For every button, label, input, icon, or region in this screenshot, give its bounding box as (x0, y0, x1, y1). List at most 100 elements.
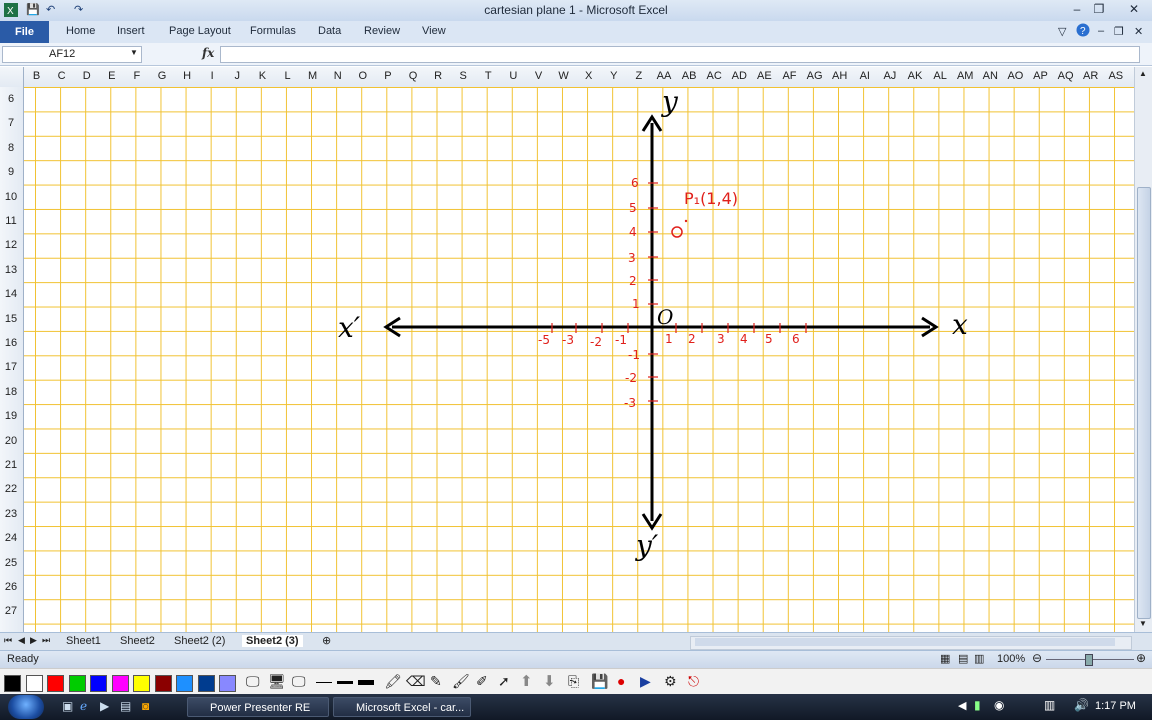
row-header[interactable]: 12 (0, 239, 22, 251)
vertical-scrollbar[interactable]: ▲ ▼ (1134, 67, 1152, 632)
arrow-up-icon[interactable]: ⬆ (520, 672, 533, 690)
column-header[interactable]: AG (802, 70, 827, 82)
tray-app-icon[interactable]: ◉ (994, 698, 1004, 712)
column-header[interactable]: H (175, 70, 200, 82)
column-header[interactable]: AA (652, 70, 677, 82)
column-header[interactable]: Y (601, 70, 626, 82)
sheet-nav-last-icon[interactable]: ⏭ (42, 635, 50, 646)
tab-view[interactable]: View (422, 25, 446, 37)
row-header[interactable]: 26 (0, 581, 22, 593)
office-icon[interactable]: ◙ (142, 699, 149, 713)
column-header[interactable]: AL (928, 70, 953, 82)
workbook-restore-icon[interactable]: ❐ (1114, 25, 1124, 38)
thin-line-icon[interactable] (316, 682, 332, 683)
row-header[interactable]: 22 (0, 483, 22, 495)
column-header[interactable]: G (150, 70, 175, 82)
tab-page-layout[interactable]: Page Layout (169, 25, 231, 37)
column-header[interactable]: AF (777, 70, 802, 82)
name-box-dropdown-icon[interactable]: ▼ (130, 48, 138, 57)
sheet-tab-sheet2-2[interactable]: Sheet2 (2) (174, 635, 225, 647)
column-header[interactable]: X (576, 70, 601, 82)
exit-presenter-icon[interactable]: ⎋ (688, 673, 699, 690)
scroll-down-icon[interactable]: ▼ (1139, 619, 1147, 628)
save-drawing-icon[interactable]: 💾 (591, 673, 608, 690)
tray-volume-icon[interactable]: 🔊 (1074, 698, 1089, 712)
color-swatch[interactable] (90, 675, 107, 692)
formula-input[interactable] (220, 46, 1140, 63)
thick-line-icon[interactable] (358, 680, 374, 685)
taskbar-item-excel[interactable]: Microsoft Excel - car... (333, 697, 471, 717)
column-header[interactable]: J (225, 70, 250, 82)
row-header[interactable]: 27 (0, 605, 22, 617)
horizontal-scrollbar[interactable] (690, 636, 1132, 650)
column-header[interactable]: AC (702, 70, 727, 82)
row-header[interactable]: 9 (0, 166, 22, 178)
row-header[interactable]: 7 (0, 117, 22, 129)
pointer-icon[interactable]: ➚ (498, 673, 510, 690)
minimize-icon[interactable]: – (1066, 1, 1088, 17)
minimize-ribbon-icon[interactable]: ▽ (1058, 25, 1066, 38)
show-desktop-icon[interactable]: ▣ (62, 699, 73, 713)
scroll-up-icon[interactable]: ▲ (1139, 69, 1147, 78)
column-header[interactable]: AN (978, 70, 1003, 82)
column-header[interactable]: M (300, 70, 325, 82)
monitor-icon[interactable]: 🖵 (246, 673, 260, 690)
tab-home[interactable]: Home (66, 25, 95, 37)
play-icon[interactable]: ▶ (640, 673, 651, 690)
workbook-close-icon[interactable]: ✕ (1134, 25, 1143, 38)
tab-file[interactable]: File (0, 21, 49, 43)
zoom-in-icon[interactable]: ⊕ (1136, 651, 1146, 665)
row-header[interactable]: 25 (0, 557, 22, 569)
column-header[interactable]: AH (827, 70, 852, 82)
sheet-nav-prev-icon[interactable]: ◀ (18, 635, 25, 646)
display-icon[interactable]: 🖵 (292, 673, 306, 690)
row-header[interactable]: 24 (0, 532, 22, 544)
column-header[interactable]: N (325, 70, 350, 82)
row-header[interactable]: 18 (0, 386, 22, 398)
insert-function-icon[interactable]: fx (202, 46, 214, 60)
column-header[interactable]: AQ (1053, 70, 1078, 82)
column-header[interactable]: AS (1103, 70, 1128, 82)
color-swatch[interactable] (4, 675, 21, 692)
row-header[interactable]: 8 (0, 142, 22, 154)
column-header[interactable]: L (275, 70, 300, 82)
row-header[interactable]: 14 (0, 288, 22, 300)
media-icon[interactable]: ▶ (100, 699, 109, 713)
row-header[interactable]: 10 (0, 191, 22, 203)
column-header[interactable]: O (350, 70, 375, 82)
column-header[interactable]: P (375, 70, 400, 82)
column-header[interactable]: V (526, 70, 551, 82)
sheet-tab-sheet1[interactable]: Sheet1 (66, 635, 101, 647)
color-swatch[interactable] (176, 675, 193, 692)
marker-icon[interactable]: ✐ (476, 673, 488, 690)
arrow-down-icon[interactable]: ⬇ (543, 672, 556, 690)
column-header[interactable]: AK (903, 70, 928, 82)
capture-icon[interactable]: ⎘ (568, 673, 579, 690)
tray-battery-icon[interactable]: ▮ (974, 698, 981, 712)
sheet-tab-sheet2[interactable]: Sheet2 (120, 635, 155, 647)
row-header[interactable]: 6 (0, 93, 22, 105)
column-header[interactable]: Q (401, 70, 426, 82)
color-swatch[interactable] (219, 675, 236, 692)
highlighter-icon[interactable]: 🖍 (384, 673, 402, 690)
column-header[interactable]: W (551, 70, 576, 82)
column-header[interactable]: C (49, 70, 74, 82)
restore-icon[interactable]: ❐ (1088, 1, 1110, 17)
column-header[interactable]: AE (752, 70, 777, 82)
sheet-nav-next-icon[interactable]: ▶ (30, 635, 37, 646)
window-switch-icon[interactable]: ▤ (120, 699, 131, 713)
column-header[interactable]: AP (1028, 70, 1053, 82)
sheet-nav-first-icon[interactable]: ⏮ (4, 635, 12, 646)
close-icon[interactable]: ✕ (1120, 1, 1148, 17)
page-break-view-icon[interactable]: ▥ (974, 652, 984, 665)
column-header[interactable]: F (124, 70, 149, 82)
eraser-icon[interactable]: ⌫ (406, 673, 426, 690)
column-header[interactable]: D (74, 70, 99, 82)
column-header[interactable]: S (451, 70, 476, 82)
color-swatch[interactable] (47, 675, 64, 692)
column-header[interactable]: AR (1078, 70, 1103, 82)
record-icon[interactable]: ● (617, 673, 625, 689)
browser-icon[interactable]: ℯ (80, 699, 87, 713)
column-header[interactable]: AD (727, 70, 752, 82)
zoom-level[interactable]: 100% (997, 653, 1025, 665)
